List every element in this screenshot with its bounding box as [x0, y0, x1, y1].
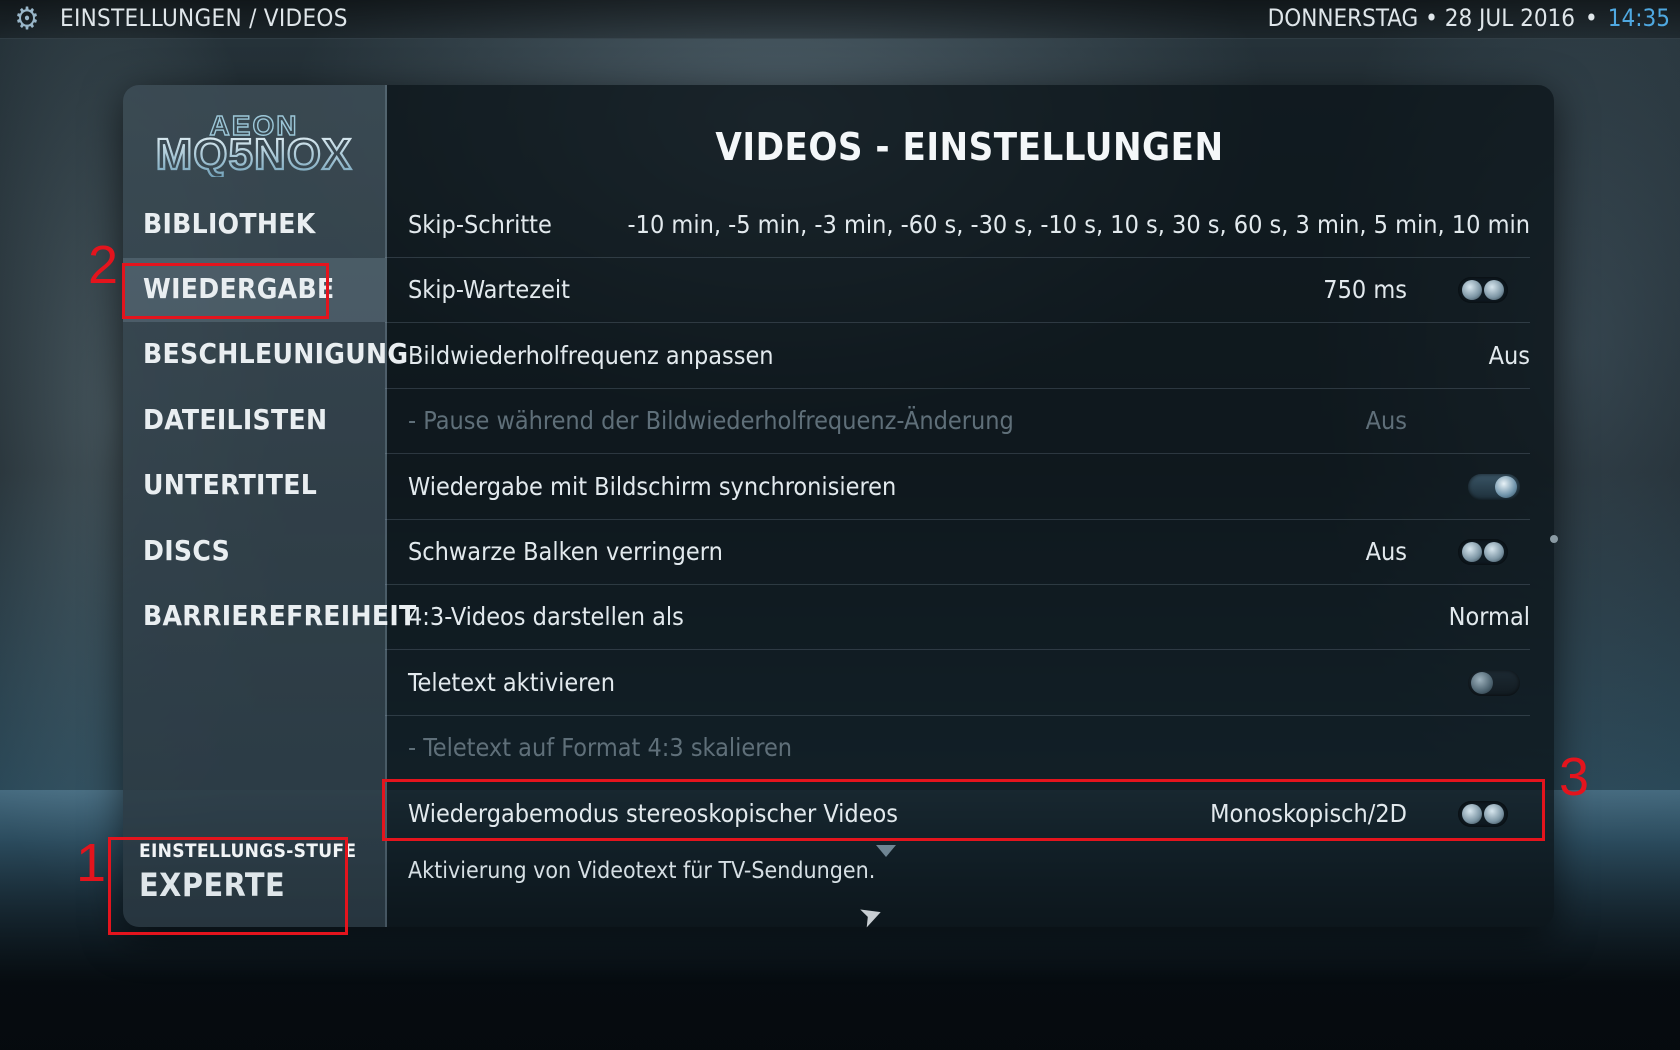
setting-pause-frequenzwechsel: - Pause während der Bildwiederholfrequen… [385, 389, 1530, 454]
toggle-switch[interactable] [1468, 670, 1520, 696]
sidebar-item-label: BARRIEREFREIHEIT [143, 599, 417, 632]
sidebar-item-dateilisten[interactable]: DATEILISTEN [143, 398, 383, 442]
setting-teletext-skalieren: - Teletext auf Format 4:3 skalieren [385, 716, 1530, 780]
spinner-up-icon[interactable] [1484, 280, 1504, 300]
sidebar-item-bibliothek[interactable]: BIBLIOTHEK [143, 202, 383, 246]
toggle-knob-icon [1471, 672, 1493, 694]
top-bar: ⚙ EINSTELLUNGEN / VIDEOS DONNERSTAG • 28… [0, 0, 1680, 39]
setting-value: Normal [1448, 602, 1530, 631]
spinner-control[interactable] [1458, 277, 1508, 303]
aeon-mq5-logo: AEON MQ5NOX [155, 109, 353, 177]
setting-label: - Pause während der Bildwiederholfrequen… [408, 406, 1014, 435]
date-label: DONNERSTAG • 28 JUL 2016 [1267, 4, 1576, 32]
date-time: DONNERSTAG • 28 JUL 2016 • 14:35 [1268, 4, 1670, 32]
annotation-number-2: 2 [88, 235, 119, 295]
sidebar-item-barrierefreiheit[interactable]: BARRIEREFREIHEIT [143, 594, 416, 638]
focus-arrow-icon [876, 845, 896, 857]
scroll-indicator[interactable] [1550, 535, 1558, 543]
setting-4-3-videos[interactable]: 4:3-Videos darstellen als Normal [385, 585, 1530, 650]
toggle-switch[interactable] [1468, 474, 1520, 500]
sidebar-item-discs[interactable]: DISCS [143, 529, 383, 573]
clock-label: 14:35 [1607, 4, 1670, 32]
setting-value: -10 min, -5 min, -3 min, -60 s, -30 s, -… [627, 210, 1530, 239]
setting-label: Skip-Schritte [408, 210, 552, 239]
sidebar-item-label: BESCHLEUNIGUNG [143, 337, 409, 370]
sidebar: AEON MQ5NOX BIBLIOTHEK WIEDERGABE BESCHL… [123, 85, 416, 927]
spinner-down-icon[interactable] [1462, 542, 1482, 562]
sidebar-item-untertitel[interactable]: UNTERTITEL [143, 463, 383, 507]
setting-skip-wartezeit[interactable]: Skip-Wartezeit 750 ms [385, 258, 1530, 323]
spinner-up-icon[interactable] [1484, 542, 1504, 562]
setting-schwarze-balken[interactable]: Schwarze Balken verringern Aus [385, 520, 1530, 585]
setting-value: Aus [1365, 537, 1407, 566]
setting-label: Wiedergabe mit Bildschirm synchronisiere… [408, 472, 897, 501]
setting-label: Teletext aktivieren [408, 668, 615, 697]
setting-bildwiederholfrequenz[interactable]: Bildwiederholfrequenz anpassen Aus [385, 324, 1530, 389]
gear-icon[interactable]: ⚙ [10, 2, 44, 36]
page-title: VIDEOS - EINSTELLUNGEN [715, 125, 1224, 169]
sidebar-item-label: DATEILISTEN [143, 403, 328, 436]
separator-dot: • [1585, 4, 1598, 32]
setting-label: - Teletext auf Format 4:3 skalieren [408, 733, 793, 762]
setting-value: 750 ms [1323, 275, 1407, 304]
setting-label: Skip-Wartezeit [408, 275, 570, 304]
sidebar-item-label: UNTERTITEL [143, 468, 318, 501]
setting-value: Aus [1488, 341, 1530, 370]
annotation-number-3: 3 [1559, 747, 1590, 807]
setting-teletext-aktivieren[interactable]: Teletext aktivieren [385, 651, 1530, 716]
toggle-knob-icon [1495, 476, 1517, 498]
setting-label: 4:3-Videos darstellen als [408, 602, 684, 631]
annotation-box-1 [108, 837, 348, 935]
spinner-control[interactable] [1458, 539, 1508, 565]
setting-label: Bildwiederholfrequenz anpassen [408, 341, 774, 370]
annotation-number-1: 1 [76, 833, 107, 893]
sidebar-item-beschleunigung[interactable]: BESCHLEUNIGUNG [143, 332, 408, 376]
spinner-down-icon[interactable] [1462, 280, 1482, 300]
annotation-box-2 [122, 263, 329, 319]
setting-label: Schwarze Balken verringern [408, 537, 723, 566]
setting-description: Aktivierung von Videotext für TV-Sendung… [408, 858, 876, 884]
setting-value: Aus [1365, 406, 1407, 435]
sidebar-item-label: BIBLIOTHEK [143, 207, 316, 240]
sidebar-item-label: DISCS [143, 534, 231, 567]
breadcrumb: EINSTELLUNGEN / VIDEOS [60, 4, 348, 32]
setting-skip-schritte[interactable]: Skip-Schritte -10 min, -5 min, -3 min, -… [385, 193, 1530, 258]
annotation-box-3 [382, 779, 1545, 841]
logo-text-bottom: MQ5NOX [156, 130, 353, 177]
setting-bildschirm-synchronisieren[interactable]: Wiedergabe mit Bildschirm synchronisiere… [385, 455, 1530, 520]
